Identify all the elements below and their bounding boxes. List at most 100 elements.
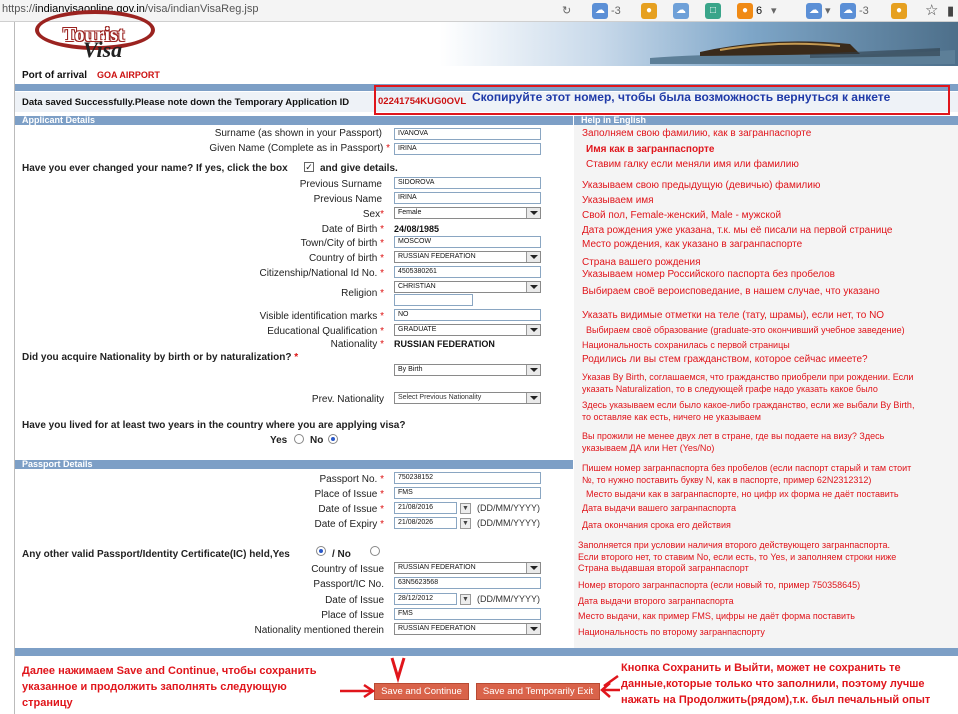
second-place-of-issue-input[interactable]: FMS — [394, 608, 541, 620]
second-date-of-issue-input[interactable]: 28/12/2012 — [394, 593, 457, 605]
dob-label: Date of Birth * — [321, 224, 384, 235]
weather-temp-2: -3 — [859, 5, 869, 17]
religion-select[interactable]: CHRISTIAN — [394, 281, 541, 293]
surname-label: Surname (as shown in your Passport) — [214, 128, 382, 139]
note-save-exit-3: нажать на Продолжить(рядом),т.к. был печ… — [621, 694, 931, 706]
extension-icon-2[interactable]: ● — [891, 3, 907, 19]
other-passport-no-radio[interactable] — [370, 546, 380, 556]
help-lived-1: Вы прожили не менее двух лет в стране, г… — [582, 431, 885, 441]
acquire-nationality-question: Did you acquire Nationality by birth or … — [22, 352, 299, 363]
calendar-icon[interactable]: ▼ — [460, 594, 471, 605]
section-help-in-english: Help in English — [574, 116, 958, 125]
country-of-issue-label: Country of Issue — [311, 564, 384, 575]
previous-name-label: Previous Name — [313, 194, 382, 205]
help-town: Место рождения, как указано в загранпасп… — [582, 239, 803, 250]
acquire-nationality-select[interactable]: By Birth — [394, 364, 541, 376]
date-of-issue-label: Date of Issue * — [318, 504, 384, 515]
education-select[interactable]: GRADUATE — [394, 324, 541, 336]
houseboat-image — [650, 41, 955, 64]
bookmark-star-icon[interactable]: ☆ — [925, 3, 938, 19]
date-of-issue-input[interactable]: 21/08/2016 — [394, 502, 457, 514]
date-of-expiry-label: Date of Expiry * — [314, 519, 385, 530]
menu-icon[interactable]: ▮ — [947, 3, 954, 19]
country-of-birth-select[interactable]: RUSSIAN FEDERATION — [394, 251, 541, 263]
help-country: Страна вашего рождения — [582, 257, 701, 268]
extension-icon[interactable]: ● — [641, 3, 657, 19]
chevron-down-icon — [526, 624, 540, 634]
calendar-icon[interactable]: ▼ — [460, 503, 471, 514]
port-label: Port of arrival — [22, 70, 88, 81]
tourist-visa-logo: Tourist Visa — [35, 10, 155, 62]
help-passport-no-1: Пишем номер загранпаспорта без пробелов … — [582, 463, 912, 473]
place-of-issue-label: Place of Issue * — [314, 489, 385, 500]
weather-icon-3[interactable]: ☁ — [840, 3, 856, 19]
weather-icon[interactable]: ☁ — [592, 3, 608, 19]
help-citizenship: Указываем номер Российского паспорта без… — [582, 269, 835, 280]
second-date-of-issue-label: Date of Issue — [325, 595, 384, 606]
passport-ic-input[interactable]: 63N5623568 — [394, 577, 541, 589]
reload-icon[interactable]: ↻ — [562, 3, 571, 19]
sex-select[interactable]: Female — [394, 207, 541, 219]
previous-surname-label: Previous Surname — [299, 179, 382, 190]
dropdown-icon-2[interactable]: ▾ — [825, 3, 831, 19]
odnoklassniki-icon[interactable]: ● — [737, 3, 753, 19]
lived-yes-label: Yes — [270, 435, 288, 446]
help-dob: Дата рождения уже указана, т.к. мы её пи… — [582, 225, 893, 236]
chevron-down-icon — [526, 393, 540, 403]
citizenship-input[interactable]: 4505380261 — [394, 266, 541, 278]
given-name-input[interactable]: IRINA — [394, 143, 541, 155]
date-format-hint: (DD/MM/YYYY) — [477, 594, 540, 604]
identification-marks-input[interactable]: NO — [394, 309, 541, 321]
help-other-passport-1: Заполняется при условии наличия второго … — [578, 540, 891, 550]
surname-input[interactable]: IVANOVA — [394, 128, 541, 140]
dropdown-icon[interactable]: ▾ — [771, 3, 777, 19]
weather-icon-2[interactable]: ☁ — [806, 3, 822, 19]
chevron-down-icon — [526, 563, 540, 573]
help-place-of-issue: Место выдачи как в загранпаспорте, но ци… — [586, 489, 899, 499]
help-second-issue-date: Дата выдачи второго загранпаспорта — [578, 596, 734, 606]
lived-two-years-question: Have you lived for at least two years in… — [22, 420, 406, 431]
previous-surname-input[interactable]: SIDOROVA — [394, 177, 541, 189]
calendar-icon[interactable]: ▼ — [460, 518, 471, 529]
passport-no-input[interactable]: 750238152 — [394, 472, 541, 484]
saved-message: Data saved Successfully.Please note down… — [22, 97, 350, 108]
other-passport-yes-radio[interactable] — [316, 546, 326, 556]
given-name-label: Given Name (Complete as in Passport) * — [209, 143, 390, 154]
date-of-expiry-input[interactable]: 21/08/2026 — [394, 517, 457, 529]
weather-temp: -3 — [611, 5, 621, 17]
previous-name-input[interactable]: IRINA — [394, 192, 541, 204]
annotation-arrows — [340, 657, 620, 699]
other-passport-question: Any other valid Passport/Identity Certif… — [22, 549, 290, 560]
lived-no-radio[interactable] — [328, 434, 338, 444]
help-country-of-issue: Страна выдавшая второй загранпаспорт — [578, 563, 749, 573]
previous-nationality-select[interactable]: Select Previous Nationality — [394, 392, 541, 404]
port-of-arrival: Port of arrival GOA AIRPORT — [22, 70, 160, 81]
lived-yes-radio[interactable] — [294, 434, 304, 444]
nationality-therein-select[interactable]: RUSSIAN FEDERATION — [394, 623, 541, 635]
country-of-issue-select[interactable]: RUSSIAN FEDERATION — [394, 562, 541, 574]
url-path: /visa/indianVisaReg.jsp — [144, 3, 259, 15]
name-changed-checkbox[interactable]: ✓ — [304, 162, 314, 172]
town-input[interactable]: MOSCOW — [394, 236, 541, 248]
note-save-continue-3: страницу — [22, 697, 73, 709]
place-of-issue-input[interactable]: FMS — [394, 487, 541, 499]
note-save-exit-2: данные,которые только что заполнили, поэ… — [621, 678, 925, 690]
help-lived-2: указываем ДА или Нет (Yes/No) — [582, 443, 715, 453]
help-prev-nationality-2: то оставляе как есть, ничего не указывае… — [582, 412, 761, 422]
religion-other-input[interactable] — [394, 294, 473, 306]
other-passport-no-label: / No — [332, 549, 351, 560]
port-value: GOA AIRPORT — [97, 70, 160, 80]
chevron-down-icon — [526, 365, 540, 375]
section-passport-details: Passport Details — [15, 460, 573, 469]
url-prefix: https:// — [2, 3, 36, 15]
translate-icon[interactable]: □ — [705, 3, 721, 19]
nationality-label: Nationality * — [330, 339, 384, 350]
help-given-name: Имя как в загранпаспорте — [586, 144, 715, 155]
help-second-place: Место выдачи, как пример FMS, цифры не д… — [578, 611, 855, 621]
help-prev-nationality-1: Здесь указываем если было какое-либо гра… — [582, 400, 915, 410]
help-passport-ic: Номер второго загранпаспорта (если новый… — [578, 580, 861, 590]
date-format-hint: (DD/MM/YYYY) — [477, 503, 540, 513]
help-name-changed: Ставим галку если меняли имя или фамилию — [586, 159, 799, 170]
cloud-icon[interactable]: ☁ — [673, 3, 689, 19]
help-nationality: Национальность сохранилась с первой стра… — [582, 340, 790, 350]
